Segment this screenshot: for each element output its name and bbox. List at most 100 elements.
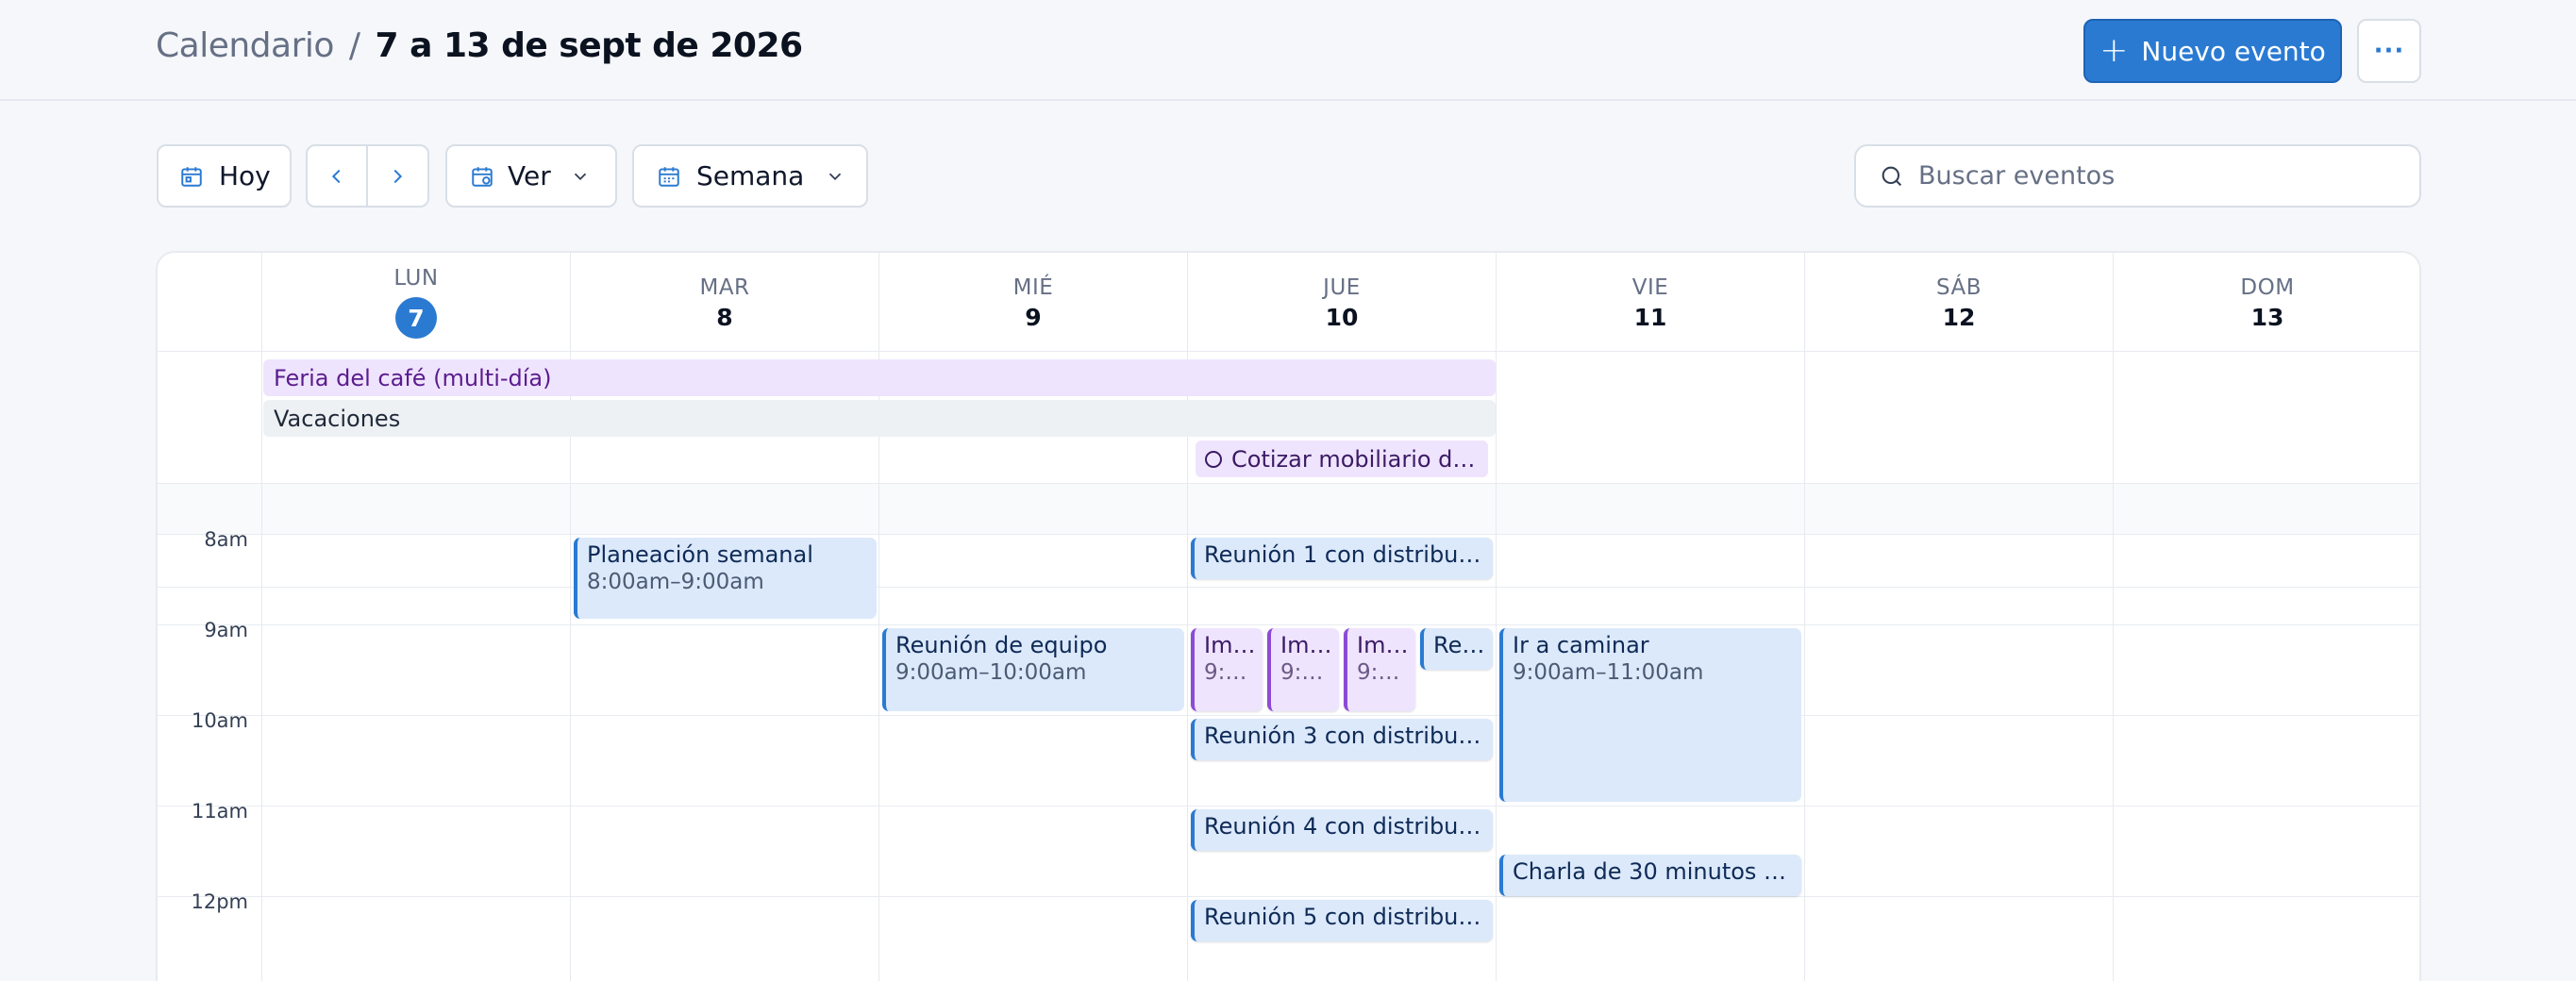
day-header-mar[interactable]: MAR 8 <box>571 253 878 351</box>
chevron-down-icon <box>829 173 842 180</box>
day-header-vie[interactable]: VIE 11 <box>1497 253 1804 351</box>
day-name: DOM <box>2240 275 2295 300</box>
task-title: Cotizar mobiliario de … <box>1231 445 1488 473</box>
day-number: 8 <box>716 304 733 331</box>
event-im-2[interactable]: Im… 9:0… <box>1267 628 1339 711</box>
day-name: MIÉ <box>1012 275 1054 300</box>
range-dropdown[interactable]: Semana <box>632 144 868 208</box>
event-title: Charla de 30 minutos — … <box>1513 858 1792 885</box>
view-dropdown[interactable]: Ver <box>445 144 617 208</box>
event-reunion-1[interactable]: Reunión 1 con distribuid… <box>1191 538 1493 579</box>
hour-line-8am <box>158 534 2419 535</box>
event-title: Reunión 4 con distribuid… <box>1204 813 1483 840</box>
chevron-down-icon <box>574 173 586 180</box>
chevron-right-icon <box>393 169 403 183</box>
day-header-jue[interactable]: JUE 10 <box>1188 253 1496 351</box>
day-number: 9 <box>1025 304 1042 331</box>
event-reunion-3[interactable]: Reunión 3 con distribuid… <box>1191 719 1493 760</box>
week-calendar: LUN 7 MAR 8 MIÉ 9 JUE 10 VIE 11 SÁB 12 D… <box>156 251 2421 981</box>
next-week-button[interactable] <box>368 146 428 206</box>
event-im-1[interactable]: Im… 9:0… <box>1191 628 1263 711</box>
page-header: Calendario / 7 a 13 de sept de 2026 + Nu… <box>0 0 2576 101</box>
event-im-3[interactable]: Im… 9:0… <box>1344 628 1415 711</box>
event-re[interactable]: Re… <box>1420 628 1493 670</box>
day-divider <box>2113 253 2114 981</box>
day-number: 10 <box>1325 304 1359 331</box>
time-label: 10am <box>191 709 248 732</box>
day-number: 11 <box>1633 304 1667 331</box>
prev-week-button[interactable] <box>308 146 368 206</box>
time-label: 9am <box>204 619 248 641</box>
today-button[interactable]: Hoy <box>157 144 292 208</box>
day-divider <box>1804 253 1805 981</box>
event-reunion-5[interactable]: Reunión 5 con distribuid… <box>1191 900 1493 941</box>
more-options-button[interactable]: ··· <box>2357 19 2421 83</box>
range-label: Semana <box>696 160 805 191</box>
all-day-event-feria[interactable]: Feria del café (multi-día) <box>263 359 1496 396</box>
day-number: 12 <box>1942 304 1976 331</box>
event-title: Planeación semanal <box>587 541 813 568</box>
today-label: Hoy <box>219 160 271 191</box>
all-day-event-vacaciones[interactable]: Vacaciones <box>263 400 1496 437</box>
event-reunion-4[interactable]: Reunión 4 con distribuid… <box>1191 809 1493 851</box>
today-date-badge: 7 <box>395 297 437 339</box>
event-title: Reunión 5 con distribuid… <box>1204 904 1483 930</box>
task-checkbox-icon[interactable] <box>1205 450 1222 468</box>
event-ir-a-caminar[interactable]: Ir a caminar 9:00am–11:00am <box>1499 628 1801 802</box>
calendar-today-icon <box>181 166 202 187</box>
hour-line-12pm <box>158 896 2419 897</box>
event-title: Im… <box>1357 632 1409 658</box>
day-name: JUE <box>1323 275 1361 300</box>
time-label: 11am <box>191 800 248 823</box>
time-label: 12pm <box>191 890 248 913</box>
event-charla-30-minutos[interactable]: Charla de 30 minutos — … <box>1499 855 1801 896</box>
event-time: 9:00am–11:00am <box>1513 660 1704 685</box>
day-name: SÁB <box>1935 275 1982 300</box>
event-title: Reunión 3 con distribuid… <box>1204 723 1483 749</box>
event-title: Reunión 1 con distribuid… <box>1204 541 1483 568</box>
event-time: 9:00am–10:00am <box>895 660 1087 685</box>
all-day-task[interactable]: Cotizar mobiliario de … <box>1196 441 1488 477</box>
event-time: 8:00am–9:00am <box>587 570 764 594</box>
all-day-divider <box>158 483 2419 484</box>
event-title: Im… <box>1204 632 1256 658</box>
search-box <box>1854 144 2421 208</box>
all-day-spacer <box>158 483 2419 534</box>
chevron-left-icon <box>331 169 341 183</box>
search-input[interactable] <box>1918 161 2390 191</box>
event-time: 9:0… <box>1204 660 1257 685</box>
day-divider <box>1496 253 1497 981</box>
event-time: 9:0… <box>1280 660 1333 685</box>
hour-line-9am <box>158 624 2419 625</box>
event-reunion-de-equipo[interactable]: Reunión de equipo 9:00am–10:00am <box>882 628 1184 711</box>
day-header-mie[interactable]: MIÉ 9 <box>879 253 1187 351</box>
page-title: 7 a 13 de sept de 2026 <box>375 26 804 65</box>
hour-line-10am <box>158 715 2419 716</box>
new-event-button[interactable]: + Nuevo evento <box>2083 19 2342 83</box>
calendar-view-icon <box>472 166 493 187</box>
search-icon <box>1882 166 1902 186</box>
breadcrumb-separator: / <box>348 26 360 65</box>
header-divider <box>158 351 2419 352</box>
event-time: 9:0… <box>1357 660 1410 685</box>
week-navigation <box>306 144 429 208</box>
new-event-label: Nuevo evento <box>2141 35 2326 67</box>
day-header-dom[interactable]: DOM 13 <box>2114 253 2419 351</box>
view-label: Ver <box>508 160 551 191</box>
half-hour-line <box>158 587 2419 588</box>
day-name: VIE <box>1631 275 1669 300</box>
event-title: Ir a caminar <box>1513 632 1649 658</box>
more-icon: ··· <box>2373 37 2405 65</box>
event-planeacion-semanal[interactable]: Planeación semanal 8:00am–9:00am <box>574 538 877 619</box>
day-header-lun[interactable]: LUN 7 <box>262 253 570 351</box>
time-label: 8am <box>204 528 248 551</box>
event-title: Im… <box>1280 632 1332 658</box>
breadcrumb: Calendario / 7 a 13 de sept de 2026 <box>156 26 803 65</box>
calendar-week-icon <box>659 166 679 187</box>
day-name: MAR <box>699 275 750 300</box>
day-name: LUN <box>393 266 439 291</box>
breadcrumb-root[interactable]: Calendario <box>156 26 334 65</box>
event-title: Reunión de equipo <box>895 632 1108 658</box>
gutter-divider <box>261 253 262 981</box>
day-header-sab[interactable]: SÁB 12 <box>1805 253 2113 351</box>
